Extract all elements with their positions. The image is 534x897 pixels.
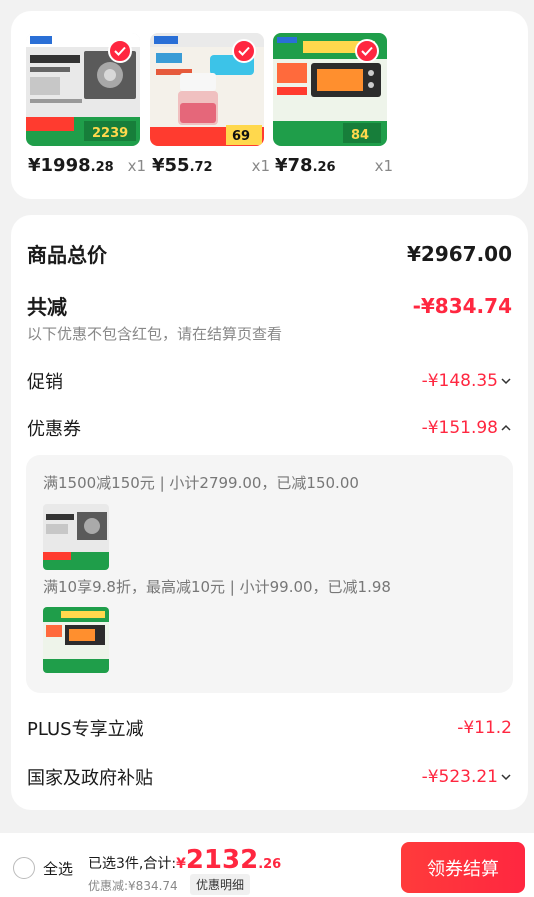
product-item-3[interactable]: 84 ¥78.26 x1 (273, 33, 393, 176)
coupon-details-box: 满1500减150元 | 小计2799.00，已减150.00 满10享9.8折… (26, 455, 513, 693)
coupon-value: -¥151.98 (421, 418, 498, 438)
product-price: ¥1998.28 (28, 155, 114, 176)
toaster-oven-image: 84 (273, 33, 387, 146)
total-currency: ¥ (176, 856, 186, 872)
coupon-label: 优惠券 (27, 419, 81, 440)
chevron-down-icon[interactable] (500, 773, 512, 781)
reduce-note: 以下优惠不包含红包，请在结算页查看 (27, 325, 283, 343)
product-qty: x1 (127, 157, 146, 175)
coupon-detail-2: 满10享9.8折，最高减10元 | 小计99.00，已减1.98 (43, 578, 391, 596)
reduce-row: 共减 -¥834.74 (27, 291, 512, 320)
product-qty: x1 (374, 157, 393, 175)
range-hood-image: 2239 (26, 33, 140, 146)
product-qty: x1 (251, 157, 270, 175)
reduce-value: -¥834.74 (412, 293, 512, 318)
product-price: ¥55.72 (152, 155, 213, 176)
selected-products-card: 2239 ¥1998.28 x1 69 ¥55.72 x1 84 ¥78.26 … (11, 11, 528, 199)
select-all-label[interactable]: 全选 (43, 858, 73, 879)
total-decimal: .26 (258, 857, 282, 872)
selected-summary: 已选3件,合计: ¥ 2132 .26 (88, 845, 281, 875)
total-label: 商品总价 (27, 243, 107, 267)
food-chopper-image: 69 (150, 33, 264, 146)
product-item-2[interactable]: 69 ¥55.72 x1 (150, 33, 270, 176)
selected-count-text: 已选3件,合计: (88, 856, 177, 872)
reduce-label: 共减 (27, 295, 67, 319)
chevron-up-icon[interactable] (500, 424, 512, 432)
coupon-detail-1: 满1500减150元 | 小计2799.00，已减150.00 (43, 474, 359, 492)
chevron-down-icon[interactable] (500, 377, 512, 385)
promo-label: 促销 (27, 372, 63, 393)
product-price: ¥78.26 (275, 155, 336, 176)
checkout-button[interactable]: 领券结算 (401, 842, 525, 893)
svg-text:2239: 2239 (92, 126, 128, 141)
svg-text:69: 69 (232, 129, 250, 144)
plus-value: -¥11.2 (457, 718, 512, 738)
subsidy-value: -¥523.21 (421, 767, 498, 787)
promo-row[interactable]: 促销 -¥148.35 (27, 368, 512, 394)
toaster-oven-thumb (43, 607, 109, 673)
total-amount: 2132 (185, 845, 259, 875)
total-value: ¥2967.00 (406, 241, 512, 266)
selected-check-icon[interactable] (355, 39, 379, 63)
price-summary-card: 商品总价 ¥2967.00 共减 -¥834.74 以下优惠不包含红包，请在结算… (11, 215, 528, 810)
product-item-1[interactable]: 2239 ¥1998.28 x1 (26, 33, 146, 176)
plus-label: PLUS专享立减 (27, 719, 144, 740)
subsidy-row[interactable]: 国家及政府补贴 -¥523.21 (27, 764, 512, 790)
discount-text: 优惠减:¥834.74 (88, 879, 178, 893)
coupon-row[interactable]: 优惠券 -¥151.98 (27, 415, 512, 441)
discount-detail-button[interactable]: 优惠明细 (190, 874, 251, 895)
checkout-bar: 全选 已选3件,合计: ¥ 2132 .26 优惠减:¥834.74 优惠明细 … (0, 833, 534, 897)
subsidy-label: 国家及政府补贴 (27, 768, 153, 789)
select-all-radio[interactable] (13, 857, 35, 879)
promo-value: -¥148.35 (421, 371, 498, 391)
selected-check-icon[interactable] (108, 39, 132, 63)
svg-text:84: 84 (351, 128, 369, 143)
range-hood-thumb (43, 504, 109, 570)
selected-check-icon[interactable] (232, 39, 256, 63)
total-row: 商品总价 ¥2967.00 (27, 239, 512, 268)
plus-row: PLUS专享立减 -¥11.2 (27, 715, 512, 741)
